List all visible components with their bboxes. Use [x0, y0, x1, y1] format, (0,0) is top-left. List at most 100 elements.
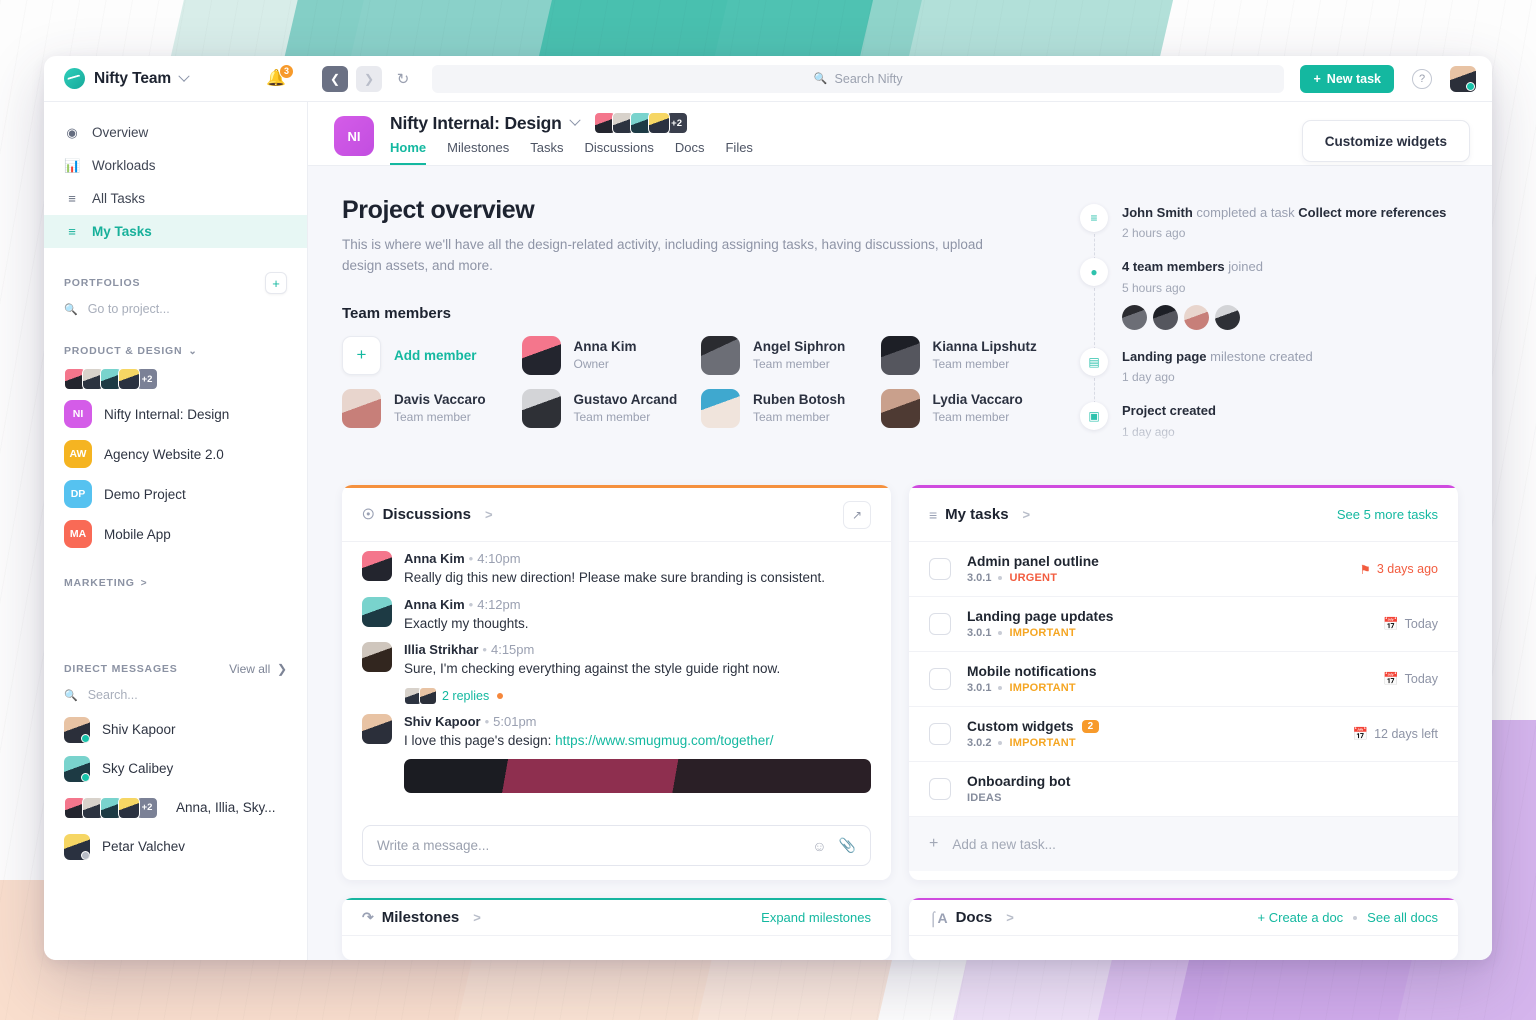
message-link[interactable]: https://www.smugmug.com/together/: [555, 733, 773, 748]
search-icon: 🔍: [64, 303, 78, 316]
tab-files[interactable]: Files: [725, 140, 752, 165]
view-all-dms-link[interactable]: View all ❯: [229, 662, 287, 676]
avatar: [880, 335, 920, 375]
activity-item[interactable]: ▤ Landing page milestone created 1 day a…: [1080, 347, 1458, 405]
sidebar-project-mobile-app[interactable]: MA Mobile App: [44, 514, 307, 554]
sidebar-project-demo-project[interactable]: DP Demo Project: [44, 474, 307, 514]
sidebar-project-nifty-internal-design[interactable]: NI Nifty Internal: Design: [44, 394, 307, 434]
task-row[interactable]: Admin panel outline 3.0.1 URGENT ⚑ 3 day…: [909, 542, 1458, 598]
task-main: Landing page updates 3.0.1 IMPORTANT: [967, 609, 1113, 639]
product-design-section-header[interactable]: PRODUCT & DESIGN ⌄: [44, 340, 307, 362]
separator-dot: [998, 686, 1003, 691]
sidebar-item-workloads[interactable]: 📊 Workloads: [44, 149, 307, 182]
activity-item[interactable]: ≡ John Smith completed a task Collect mo…: [1080, 204, 1458, 261]
task-checkbox[interactable]: [929, 613, 951, 636]
task-row[interactable]: Mobile notifications 3.0.1 IMPORTANT 📅 T…: [909, 652, 1458, 708]
sidebar-item-my-tasks[interactable]: ≡ My Tasks: [44, 215, 307, 248]
arrow-curve-icon: ↷: [362, 909, 374, 926]
discussion-message[interactable]: Anna Kim • 4:10pm Really dig this new dire…: [342, 542, 891, 588]
task-checkbox[interactable]: [929, 723, 951, 746]
portfolios-section-header: PORTFOLIOS +: [44, 272, 307, 294]
chevron-down-icon[interactable]: [178, 70, 190, 82]
expand-milestones-link[interactable]: Expand milestones: [761, 910, 871, 925]
add-member-label: Add member: [394, 347, 477, 363]
task-checkbox[interactable]: [929, 668, 951, 691]
task-name: Onboarding bot: [967, 774, 1070, 789]
discussion-message[interactable]: Anna Kim • 4:12pm Exactly my thoughts.: [342, 588, 891, 634]
dm-item-sky-calibey[interactable]: Sky Calibey: [44, 749, 307, 788]
emoji-icon[interactable]: ☺: [812, 838, 826, 854]
add-member-button[interactable]: + Add member: [342, 335, 512, 375]
task-row[interactable]: Onboarding bot IDEAS: [909, 762, 1458, 818]
global-search-input[interactable]: 🔍 Search Nifty: [432, 64, 1285, 93]
customize-widgets-button[interactable]: Customize widgets: [1301, 120, 1470, 162]
notifications-button[interactable]: 🔔 3: [266, 63, 294, 87]
my-tasks-title[interactable]: ≡ My tasks >: [929, 506, 1030, 523]
docs-title[interactable]: ⌠A Docs >: [929, 909, 1014, 926]
marketing-section-header[interactable]: MARKETING >: [44, 572, 307, 594]
dm-item-group[interactable]: +2 Anna, Illia, Sky...: [44, 788, 307, 827]
team-member-gustavo-arcand[interactable]: Gustavo Arcand Team member: [521, 388, 692, 428]
forward-button[interactable]: ❯: [356, 65, 382, 92]
back-button[interactable]: ❮: [322, 65, 348, 92]
expand-discussions-button[interactable]: ↗: [843, 500, 871, 529]
task-due-label: Today: [1404, 672, 1438, 687]
history-icon[interactable]: ↻: [390, 66, 416, 92]
new-task-button[interactable]: + New task: [1300, 64, 1394, 93]
main-column: NI Nifty Internal: Design +2 Home Milest…: [308, 102, 1492, 960]
create-doc-link[interactable]: + Create a doc: [1258, 910, 1344, 925]
discussions-title[interactable]: ☉ Discussions >: [362, 506, 493, 523]
separator-dot: [998, 576, 1003, 581]
workspace-name[interactable]: Nifty Team: [94, 70, 171, 88]
docs-header: ⌠A Docs > + Create a doc See all docs: [909, 900, 1458, 937]
add-portfolio-button[interactable]: +: [265, 272, 287, 294]
user-avatar[interactable]: [1450, 65, 1476, 92]
product-design-member-avatars[interactable]: +2: [44, 362, 307, 394]
help-icon[interactable]: ?: [1412, 68, 1432, 89]
tab-docs[interactable]: Docs: [675, 140, 705, 165]
chevron-right-icon: >: [140, 577, 147, 589]
tab-home[interactable]: Home: [390, 140, 427, 165]
dm-item-petar-valchev[interactable]: Petar Valchev: [44, 827, 307, 866]
task-due: 📅 Today: [1383, 672, 1438, 687]
go-to-project-input[interactable]: 🔍 Go to project...: [44, 294, 307, 324]
avatar: [1153, 304, 1178, 330]
see-all-docs-link[interactable]: See all docs: [1367, 910, 1438, 925]
task-row[interactable]: Custom widgets 2 3.0.2 IMPORTANT 📅 12 da…: [909, 707, 1458, 763]
member-name: Kianna Lipshutz: [932, 338, 1037, 354]
task-priority: IMPORTANT: [1009, 737, 1076, 750]
team-member-lydia-vaccaro[interactable]: Lydia Vaccaro Team member: [880, 388, 1051, 428]
direct-messages-title: DIRECT MESSAGES: [64, 663, 178, 675]
avatar: [701, 388, 740, 428]
add-new-task-input[interactable]: + Add a new task...: [909, 817, 1458, 872]
project-member-avatars[interactable]: +2: [593, 112, 688, 134]
dm-item-shiv-kapoor[interactable]: Shiv Kapoor: [44, 710, 307, 749]
sidebar-item-overview[interactable]: ◉ Overview: [44, 116, 307, 149]
task-checkbox[interactable]: [929, 778, 951, 801]
task-checkbox[interactable]: [929, 558, 951, 581]
tab-milestones[interactable]: Milestones: [447, 140, 509, 165]
team-member-angel-siphron[interactable]: Angel Siphron Team member: [701, 335, 871, 375]
tab-tasks[interactable]: Tasks: [530, 140, 563, 165]
discussion-message[interactable]: Shiv Kapoor • 5:01pm I love this page's de…: [342, 705, 891, 751]
task-row[interactable]: Landing page updates 3.0.1 IMPORTANT 📅 T…: [909, 597, 1458, 653]
chevron-down-icon[interactable]: [568, 114, 581, 126]
team-member-kianna-lipshutz[interactable]: Kianna Lipshutz Team member: [880, 335, 1051, 375]
message-replies[interactable]: 2 replies: [404, 687, 780, 705]
discussion-message[interactable]: Illia Strikhar • 4:15pm Sure, I'm checking…: [342, 633, 891, 705]
team-member-anna-kim[interactable]: Anna Kim Owner: [521, 335, 692, 375]
see-more-tasks-link[interactable]: See 5 more tasks: [1337, 507, 1438, 522]
bar-chart-icon: 📊: [64, 157, 81, 173]
tab-discussions[interactable]: Discussions: [585, 140, 654, 165]
team-member-davis-vaccaro[interactable]: Davis Vaccaro Team member: [342, 388, 512, 428]
milestones-title[interactable]: ↷ Milestones >: [362, 909, 481, 926]
sidebar-item-all-tasks[interactable]: ≡ All Tasks: [44, 182, 307, 215]
team-member-ruben-botosh[interactable]: Ruben Botosh Team member: [701, 388, 871, 428]
dm-search-input[interactable]: 🔍 Search...: [44, 680, 307, 710]
message-image-attachment[interactable]: [404, 758, 871, 793]
message-time: 4:15pm: [490, 642, 535, 658]
paperclip-icon[interactable]: 📎: [839, 837, 856, 854]
activity-item[interactable]: ● 4 team members joined 5 hours ago: [1080, 258, 1458, 350]
message-composer[interactable]: Write a message... ☺ 📎: [362, 825, 871, 866]
sidebar-project-agency-website[interactable]: AW Agency Website 2.0: [44, 434, 307, 474]
